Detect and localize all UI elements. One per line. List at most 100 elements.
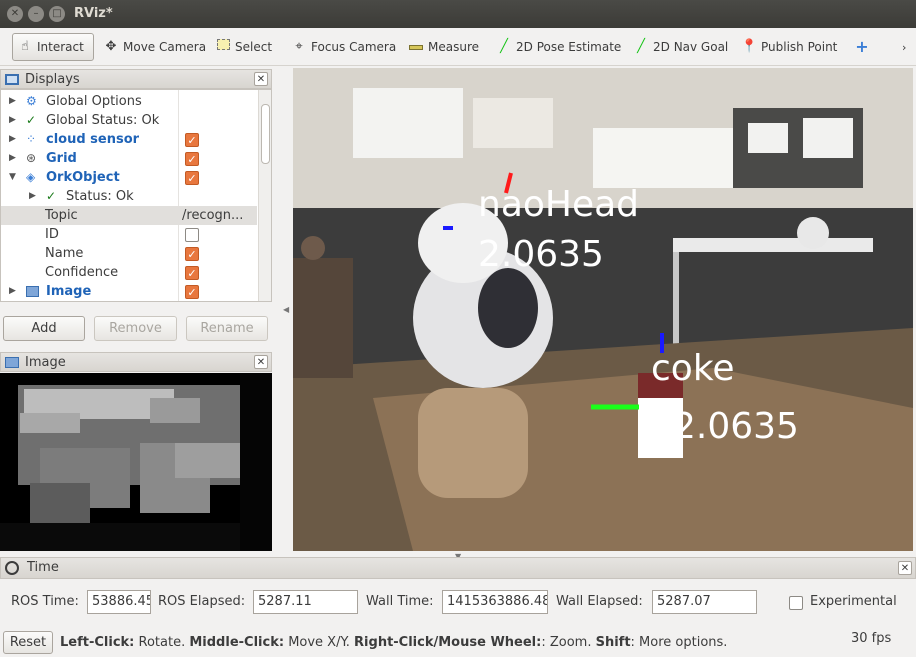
minimize-icon[interactable]: –: [28, 6, 44, 22]
monitor-icon: [5, 73, 19, 85]
toolbar: ☝ Interact ✥ Move Camera Select ⌖ Focus …: [0, 28, 916, 66]
tree-row-image[interactable]: ▶ Image ✓: [1, 282, 257, 301]
pose-estimate-tool-button[interactable]: ╱ 2D Pose Estimate: [492, 33, 625, 61]
tool-label: Focus Camera: [311, 40, 397, 54]
tree-row-status[interactable]: ▶ ✓ Status: Ok: [1, 187, 257, 206]
measure-icon: [408, 39, 424, 55]
expand-arrow-icon[interactable]: ▶: [9, 92, 19, 111]
tree-row-orkobject[interactable]: ▼ ◈ OrkObject ✓: [1, 168, 257, 187]
close-icon[interactable]: ✕: [7, 6, 23, 22]
ros-time-label: ROS Time:: [11, 594, 79, 609]
help-desc: Rotate.: [138, 635, 186, 650]
ros-elapsed-field[interactable]: 5287.11: [253, 590, 358, 614]
interact-icon: ☝: [21, 39, 29, 54]
tree-row-global-options[interactable]: ▶ ⚙ Global Options: [1, 92, 257, 111]
object-name-label: naoHead: [478, 184, 639, 225]
time-panel-title: Time: [27, 560, 59, 575]
fps-readout: 30 fps: [851, 631, 892, 646]
select-icon: [215, 39, 231, 55]
move-camera-icon: ✥: [105, 39, 117, 54]
publish-point-tool-button[interactable]: 📍 Publish Point: [737, 33, 841, 61]
tool-label: Measure: [428, 40, 479, 54]
displays-scrollbar[interactable]: [258, 90, 271, 301]
measure-tool-button[interactable]: Measure: [404, 33, 483, 61]
expand-arrow-icon[interactable]: ▶: [9, 149, 19, 168]
tree-row-global-status[interactable]: ▶ ✓ Global Status: Ok: [1, 111, 257, 130]
name-checkbox[interactable]: ✓: [185, 247, 199, 261]
tool-label: Select: [235, 40, 273, 54]
object-name-label: coke: [651, 348, 735, 389]
tree-row-cloud-sensor[interactable]: ▶ ⁘ cloud sensor ✓: [1, 130, 257, 149]
vertical-splitter-handle[interactable]: ◀: [283, 305, 289, 314]
tree-row-grid[interactable]: ▶ ⊛ Grid ✓: [1, 149, 257, 168]
expand-arrow-icon[interactable]: ▶: [9, 111, 19, 130]
displays-panel-header: Displays ✕: [0, 69, 272, 89]
tree-row-id[interactable]: ID: [1, 225, 257, 244]
point-cloud-icon: ⁘: [26, 132, 37, 146]
help-key: Right-Click/Mouse Wheel:: [354, 635, 542, 650]
render-viewport[interactable]: naoHead 2.0635 coke 2.0635: [293, 68, 913, 551]
help-desc: Move X/Y.: [288, 635, 350, 650]
add-button[interactable]: Add: [3, 316, 85, 341]
confidence-checkbox[interactable]: ✓: [185, 266, 199, 280]
select-tool-button[interactable]: Select: [211, 33, 276, 61]
row-label: Name: [45, 246, 84, 261]
chevron-right-icon: ›: [902, 40, 907, 54]
scrollbar-thumb[interactable]: [261, 104, 270, 164]
object-score-label: 2.0635: [673, 406, 799, 447]
object-score-label: 2.0635: [478, 234, 604, 275]
maximize-icon[interactable]: □: [49, 6, 65, 22]
row-label: Status: Ok: [66, 189, 134, 204]
collapse-arrow-icon[interactable]: ▼: [9, 168, 19, 187]
enable-checkbox[interactable]: ✓: [185, 171, 199, 185]
object-icon: ◈: [26, 170, 36, 184]
expand-arrow-icon[interactable]: ▶: [9, 130, 19, 149]
camera-image-view[interactable]: [0, 373, 272, 551]
depth-image: [0, 373, 272, 551]
toolbar-overflow-button[interactable]: ›: [898, 33, 910, 61]
remove-button[interactable]: Remove: [94, 316, 177, 341]
close-panel-icon[interactable]: ✕: [898, 561, 912, 575]
help-key: Middle-Click:: [189, 635, 285, 650]
tool-label: Interact: [37, 40, 84, 54]
displays-tree: ▶ ⚙ Global Options ▶ ✓ Global Status: Ok…: [0, 89, 272, 302]
id-checkbox[interactable]: [185, 228, 199, 242]
tool-label: 2D Pose Estimate: [516, 40, 622, 54]
expand-arrow-icon[interactable]: ▶: [9, 282, 19, 301]
experimental-checkbox[interactable]: [789, 596, 803, 610]
interact-tool-button[interactable]: ☝ Interact: [12, 33, 94, 61]
focus-camera-tool-button[interactable]: ⌖ Focus Camera: [287, 33, 400, 61]
wall-time-field[interactable]: 1415363886.48: [442, 590, 548, 614]
tree-row-name[interactable]: Name ✓: [1, 244, 257, 263]
reset-button[interactable]: Reset: [3, 631, 53, 654]
image-icon: [5, 356, 19, 368]
tree-row-confidence[interactable]: Confidence ✓: [1, 263, 257, 282]
close-panel-icon[interactable]: ✕: [254, 355, 268, 369]
close-panel-icon[interactable]: ✕: [254, 72, 268, 86]
title-bar: ✕ – □ RViz*: [0, 0, 916, 28]
help-desc: : Zoom.: [541, 635, 592, 650]
expand-arrow-icon[interactable]: ▶: [29, 187, 39, 206]
enable-checkbox[interactable]: ✓: [185, 285, 199, 299]
rename-button[interactable]: Rename: [186, 316, 268, 341]
ros-elapsed-label: ROS Elapsed:: [158, 594, 246, 609]
wall-elapsed-field[interactable]: 5287.07: [652, 590, 757, 614]
tool-label: 2D Nav Goal: [653, 40, 729, 54]
row-label: Global Options: [46, 94, 142, 109]
window-title: RViz*: [74, 6, 113, 21]
enable-checkbox[interactable]: ✓: [185, 133, 199, 147]
topic-value[interactable]: /recogn...: [182, 206, 243, 225]
add-tool-button[interactable]: +: [850, 33, 874, 61]
publish-point-icon: 📍: [741, 39, 758, 54]
enable-checkbox[interactable]: ✓: [185, 152, 199, 166]
wall-elapsed-label: Wall Elapsed:: [556, 594, 643, 609]
row-label: ID: [45, 227, 59, 242]
tree-row-topic[interactable]: Topic /recogn...: [1, 206, 257, 225]
experimental-label: Experimental: [810, 594, 897, 609]
tool-label: Move Camera: [123, 40, 207, 54]
nav-goal-tool-button[interactable]: ╱ 2D Nav Goal: [629, 33, 732, 61]
move-camera-tool-button[interactable]: ✥ Move Camera: [99, 33, 210, 61]
help-text: Left-Click: Rotate. Middle-Click: Move X…: [60, 635, 727, 650]
ros-time-field[interactable]: 53886.45: [87, 590, 151, 614]
status-bar: Reset Left-Click: Rotate. Middle-Click: …: [0, 628, 916, 657]
